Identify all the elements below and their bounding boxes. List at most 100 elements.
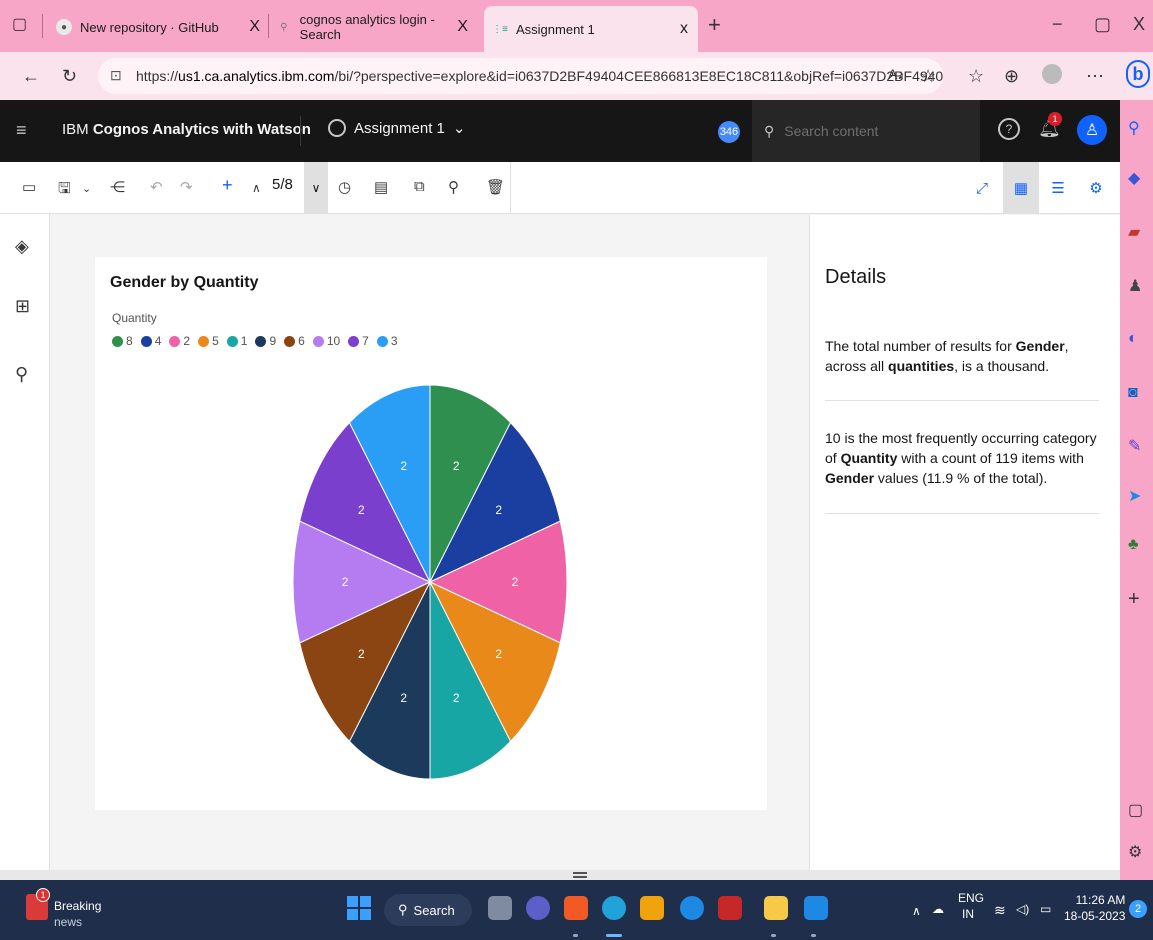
send-icon[interactable]: ➤ [1128,486,1141,506]
read-aloud-icon[interactable]: A♪ [888,66,904,82]
taskbar-search[interactable]: ⚲ Search [384,894,472,926]
sidebar-layout-icon[interactable]: ▢ [1128,800,1143,820]
hamburger-menu-icon[interactable]: ≡ [16,120,27,141]
file-explorer-icon[interactable] [764,896,788,920]
mcafee-icon[interactable] [718,896,742,920]
notification-center-badge[interactable]: 2 [1129,900,1147,918]
undo-icon[interactable]: ↶ [150,178,163,196]
legend-item[interactable]: 10 [312,334,340,348]
product-name[interactable]: IBM Cognos Analytics with Watson [62,121,311,138]
legend-item[interactable]: 2 [169,334,190,348]
collections-icon[interactable]: ⊕ [1004,66,1019,87]
details-title: Details [825,266,887,288]
legend-swatch [312,335,324,347]
mail-icon[interactable] [804,896,828,920]
teams-icon[interactable] [526,896,550,920]
legend-item[interactable]: 7 [348,334,369,348]
insight-most-frequent: 10 is the most frequently occurring cate… [825,430,1097,486]
visualization-icon[interactable]: ▤ [374,178,388,196]
resize-strip[interactable] [0,870,1120,880]
delete-icon[interactable]: 🗑︎ [486,178,505,196]
legend-item[interactable]: 1 [226,334,247,348]
compare-icon[interactable]: ⧉ [414,178,425,195]
brave-icon[interactable] [564,896,588,920]
save-menu-chevron-icon[interactable]: ⌄ [82,182,91,195]
minimize-button[interactable]: − [1052,14,1063,35]
save-icon[interactable]: 🖫︎ [58,178,71,203]
favorites-bar-icon[interactable]: ☆ [968,66,984,87]
refresh-icon[interactable]: ↻ [62,66,77,87]
asset-title-menu[interactable]: Assignment 1 ⌄ [328,119,465,137]
show-hidden-icons[interactable]: ∧ [912,904,921,918]
tab-github[interactable]: ● New repository · GitHub X [56,8,268,46]
resize-handle-icon[interactable] [573,872,587,878]
next-card-icon[interactable]: ∨ [304,162,328,214]
exploration-icon[interactable]: ◈ [15,236,29,257]
share-icon[interactable]: ⋲ [110,178,125,196]
exploration-icon [328,119,346,137]
favorite-icon[interactable]: ☆ [920,66,936,87]
sidebar-search-icon[interactable]: ⚲ [1128,118,1140,138]
more-icon[interactable]: ⋯ [1086,66,1104,87]
close-window-button[interactable]: X [1133,14,1145,35]
legend-item[interactable]: 8 [112,334,133,348]
url-field[interactable]: ⊡ https://us1.ca.analytics.ibm.com/bi/?p… [98,58,943,94]
games-icon[interactable]: ♟ [1128,276,1142,296]
settings-sliders-icon[interactable]: ⚙︎ [1078,162,1114,214]
user-avatar-icon[interactable]: ♙ [1077,115,1107,145]
back-icon[interactable]: ← [22,66,40,87]
clock[interactable]: 11:26 AM 18-05-2023 [1064,892,1125,924]
language-indicator[interactable]: ENG IN [958,890,984,922]
sidebar-settings-icon[interactable]: ⚙︎ [1128,842,1142,862]
pin-icon[interactable]: ⚲ [448,178,459,196]
brand-prefix: IBM [62,121,89,138]
bing-icon[interactable]: b [1126,60,1150,88]
battery-icon[interactable]: ▭ [1040,902,1051,916]
windows-start-icon[interactable] [347,896,371,920]
tab-search[interactable]: ⚲ cognos analytics login - Search X [276,8,476,46]
copilot-icon[interactable]: ◐ [1128,330,1138,348]
count-badge[interactable]: 346 [718,121,740,143]
relationship-diagram-icon[interactable]: ⊞ [15,296,30,317]
get-help-icon[interactable] [680,896,704,920]
tab-actions-icon[interactable]: ▢ [12,14,27,34]
profile-icon[interactable] [1042,64,1062,84]
legend-item[interactable]: 5 [198,334,219,348]
pin-icon[interactable]: ⚲ [15,364,28,385]
designer-icon[interactable]: ✎ [1128,436,1141,456]
legend-item[interactable]: 3 [376,334,398,348]
legend-item[interactable]: 4 [140,334,161,348]
outlook-icon[interactable]: ◙ [1128,384,1138,402]
task-view-icon[interactable] [488,896,512,920]
edge-icon[interactable] [602,896,626,920]
store-icon[interactable] [640,896,664,920]
help-icon[interactable]: ? [998,118,1020,140]
new-tab-button[interactable]: + [708,12,721,38]
wifi-icon[interactable]: ≋ [994,902,1006,919]
fields-icon[interactable]: ☰ [1040,162,1076,214]
timeline-icon[interactable]: ◷ [338,178,351,196]
shopping-tag-icon[interactable]: ◆ [1128,168,1140,188]
details-panel-icon[interactable]: ▦ [1003,162,1039,214]
weather-icon[interactable]: ☁ [932,902,944,916]
url-scheme: https:// [136,68,179,84]
tree-icon[interactable]: ♣ [1128,536,1139,554]
close-tab-icon[interactable]: x [680,20,688,38]
related-visualizations-icon[interactable]: ⤢ [964,162,1000,214]
news-widget[interactable]: Breaking news [54,898,101,930]
cognos-header: ≡ IBM Cognos Analytics with Watson Assig… [0,100,1120,162]
volume-icon[interactable]: ◁) [1016,902,1029,916]
close-tab-icon[interactable]: X [457,18,468,36]
add-sidebar-app-icon[interactable]: + [1128,588,1140,611]
tools-icon[interactable]: ▰ [1128,222,1140,242]
legend-item[interactable]: 9 [255,334,276,348]
legend-item[interactable]: 6 [284,334,305,348]
search-content-field[interactable]: ⚲ Search content [752,100,980,162]
redo-icon[interactable]: ↷ [180,178,193,196]
maximize-button[interactable]: ▢ [1094,14,1111,35]
add-icon[interactable]: + [222,175,233,196]
close-tab-icon[interactable]: X [249,18,260,36]
chat-icon[interactable]: ▭ [22,178,36,196]
previous-card-icon[interactable]: ∧ [252,181,261,195]
tab-assignment[interactable]: ⋮≡ Assignment 1 x [484,6,698,52]
